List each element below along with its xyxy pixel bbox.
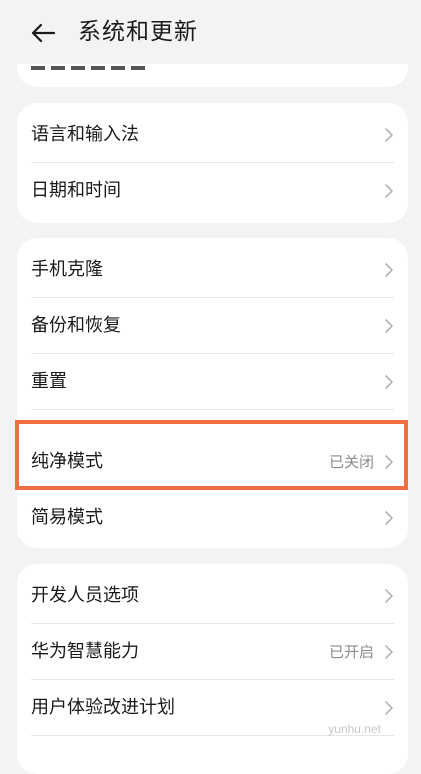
row-label: 备份和恢复 [31,315,121,336]
page-title: 系统和更新 [78,19,198,45]
settings-card-language-date: 语言和输入法 日期和时间 [17,103,408,223]
row-label: 重置 [31,371,67,392]
chevron-right-icon [385,319,393,333]
chevron-right-icon [385,589,393,603]
chevron-right-icon [385,128,393,142]
row-reset[interactable]: 重置 [17,354,408,410]
row-developer-options[interactable]: 开发人员选项 [17,568,408,624]
settings-card-clone-reset: 手机克隆 备份和恢复 重置 纯净模式 已关闭 简易模式 [17,238,408,548]
row-label: 语言和输入法 [31,124,139,145]
row-phone-clone[interactable]: 手机克隆 [17,242,408,298]
row-pure-mode[interactable]: 纯净模式 已关闭 [17,434,408,490]
back-button[interactable] [28,18,58,48]
row-label: 纯净模式 [31,451,103,472]
app-header: 系统和更新 [0,0,421,64]
row-date-time[interactable]: 日期和时间 [17,163,408,219]
row-label: 用户体验改进计划 [31,697,175,718]
chevron-right-icon [385,455,393,469]
chevron-right-icon [385,375,393,389]
row-backup-restore[interactable]: 备份和恢复 [17,298,408,354]
chevron-right-icon [385,263,393,277]
row-label: 日期和时间 [31,180,121,201]
settings-card-developer: 开发人员选项 华为智慧能力 已开启 用户体验改进计划 [17,564,408,774]
cut-text-remnant [31,66,145,70]
divider [31,409,394,410]
chevron-right-icon [385,511,393,525]
row-status-value: 已开启 [328,643,374,661]
row-status-value: 已关闭 [328,453,374,471]
watermark: yunhu.net [328,722,381,736]
row-huawei-smart-ability[interactable]: 华为智慧能力 已开启 [17,624,408,680]
row-simple-mode[interactable]: 简易模式 [17,490,408,546]
row-language-input[interactable]: 语言和输入法 [17,107,408,163]
back-arrow-icon [31,23,56,43]
row-label: 开发人员选项 [31,585,139,606]
row-label: 华为智慧能力 [31,641,139,662]
row-label: 简易模式 [31,507,103,528]
chevron-right-icon [385,184,393,198]
row-label: 手机克隆 [31,259,103,280]
chevron-right-icon [385,645,393,659]
chevron-right-icon [385,701,393,715]
